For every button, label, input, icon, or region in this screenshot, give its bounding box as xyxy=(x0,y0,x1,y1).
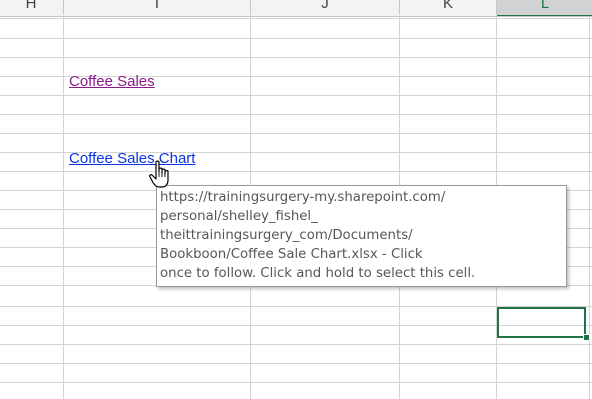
column-header-row: H I J K L xyxy=(0,0,592,17)
coffee-sales-hyperlink[interactable]: Coffee Sales xyxy=(69,73,155,90)
gridline xyxy=(0,171,592,172)
gridline xyxy=(0,133,592,134)
gridline xyxy=(0,344,592,345)
gridline xyxy=(589,17,590,399)
gridline xyxy=(0,95,592,96)
coffee-sales-chart-hyperlink[interactable]: Coffee Sales Chart xyxy=(69,150,195,167)
hyperlink-tooltip: https://trainingsurgery-my.sharepoint.co… xyxy=(156,185,567,287)
column-header-k[interactable]: K xyxy=(400,0,497,15)
column-header-h[interactable]: H xyxy=(0,0,64,15)
column-header-i[interactable]: I xyxy=(64,0,251,15)
active-cell-selection[interactable] xyxy=(497,307,586,338)
gridline xyxy=(0,38,592,39)
gridline xyxy=(0,18,592,19)
hand-pointer-icon xyxy=(149,160,169,188)
column-header-j[interactable]: J xyxy=(251,0,400,15)
gridline xyxy=(0,363,592,364)
column-header-l[interactable]: L xyxy=(497,0,592,16)
gridline xyxy=(63,17,64,399)
gridline xyxy=(0,382,592,383)
gridline xyxy=(0,114,592,115)
gridline xyxy=(0,57,592,58)
fill-handle[interactable] xyxy=(583,334,590,341)
